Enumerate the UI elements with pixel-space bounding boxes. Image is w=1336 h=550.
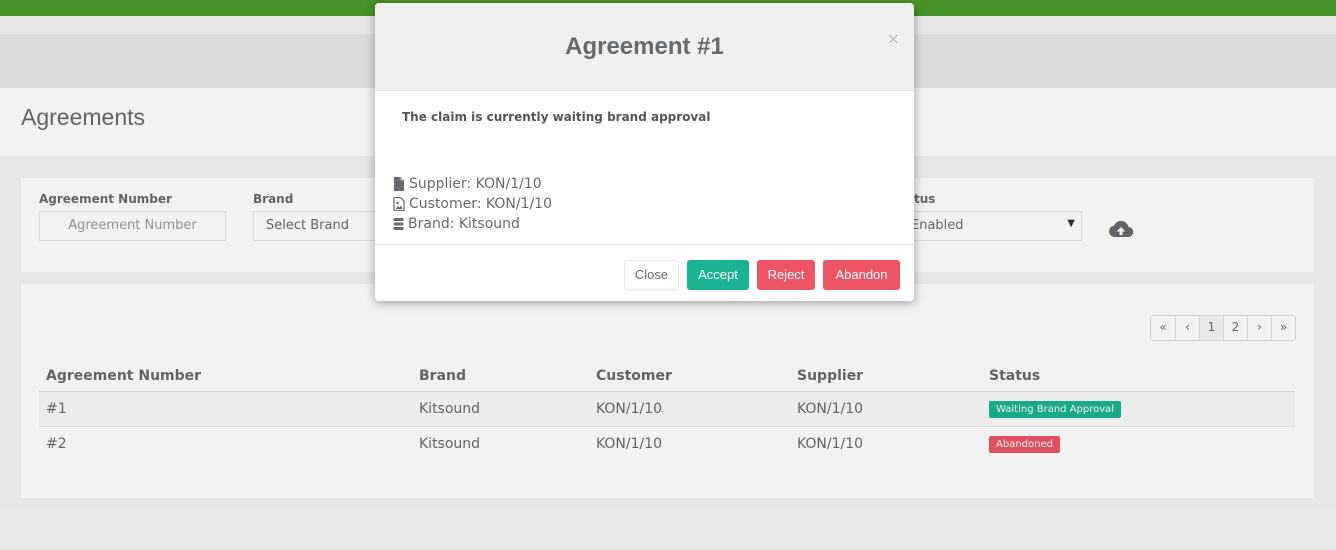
supplier-text: Supplier: KON/1/10 xyxy=(409,176,542,192)
supplier-info: Supplier: KON/1/10 xyxy=(393,176,542,192)
database-icon xyxy=(393,218,404,230)
accept-button[interactable]: Accept xyxy=(687,260,749,290)
customer-info: Customer: KON/1/10 xyxy=(393,196,552,212)
customer-text: Customer: KON/1/10 xyxy=(409,196,552,212)
close-button[interactable]: Close xyxy=(624,260,679,290)
abandon-button[interactable]: Abandon xyxy=(823,260,900,290)
brand-text: Brand: Kitsound xyxy=(408,216,520,232)
file-image-icon xyxy=(393,197,405,211)
modal-title: Agreement #1 xyxy=(565,33,724,60)
modal-footer: Close Accept Reject Abandon xyxy=(375,244,914,301)
modal-header: Agreement #1 × xyxy=(375,3,914,91)
brand-info: Brand: Kitsound xyxy=(393,216,520,232)
reject-button[interactable]: Reject xyxy=(757,260,815,290)
file-icon xyxy=(394,177,404,191)
modal-message: The claim is currently waiting brand app… xyxy=(402,110,711,124)
close-icon[interactable]: × xyxy=(887,29,900,48)
agreement-modal: Agreement #1 × The claim is currently wa… xyxy=(375,3,914,301)
